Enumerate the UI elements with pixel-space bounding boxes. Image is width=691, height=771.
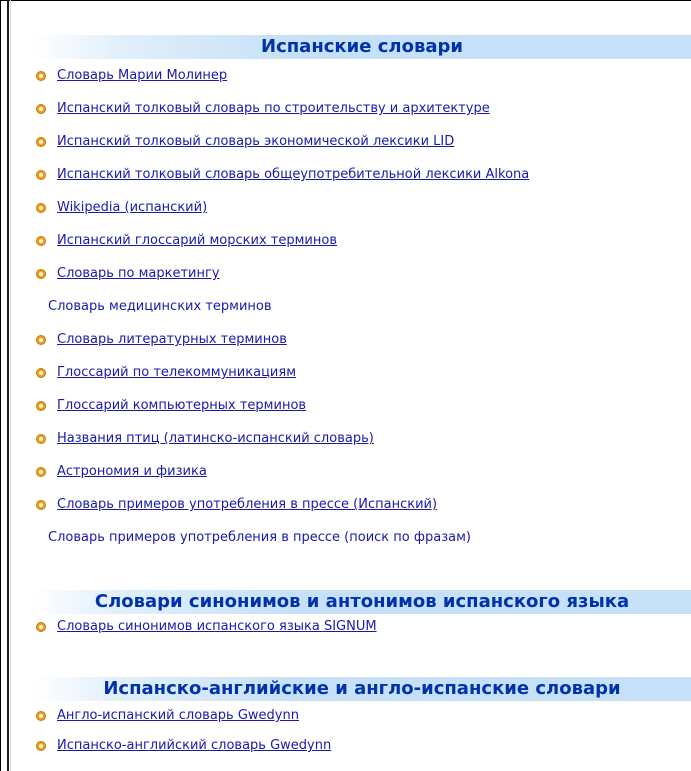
dictionary-plain-text: Словарь медицинских терминов [48, 299, 272, 314]
dictionary-link[interactable]: Словарь литературных терминов [57, 323, 287, 356]
left-border [7, 0, 9, 771]
list-item: Словарь медицинских терминов [33, 290, 691, 323]
dictionary-link[interactable]: Англо-испанский словарь Gwedynn [57, 701, 299, 731]
dictionary-link[interactable]: Глоссарий по телекоммуникациям [57, 356, 296, 389]
dictionary-list: Словарь синонимов испанского языка SIGNU… [33, 614, 691, 642]
dictionary-link[interactable]: Испанский толковый словарь по строительс… [57, 92, 490, 125]
bullet-icon [36, 741, 46, 751]
dictionary-link[interactable]: Испанско-английский словарь Gwedynn [57, 731, 331, 761]
dictionary-plain-text: Словарь примеров употребления в прессе (… [48, 530, 471, 545]
dictionary-link[interactable]: Словарь Марии Молинер [57, 59, 227, 92]
list-item: Испанский глоссарий морских терминов [33, 224, 691, 257]
bullet-icon [36, 71, 46, 81]
bullet-icon [36, 236, 46, 246]
bullet-icon [36, 500, 46, 510]
list-item: Астрономия и физика [33, 455, 691, 488]
bullet-icon [36, 434, 46, 444]
left-border-shadow [10, 0, 11, 771]
bullet-icon [36, 622, 46, 632]
dictionary-link[interactable]: Словарь примеров употребления в прессе (… [57, 488, 437, 521]
bullet-icon [36, 170, 46, 180]
dictionary-link[interactable]: Испанский глоссарий морских терминов [57, 224, 337, 257]
list-item: Испанский толковый словарь экономической… [33, 125, 691, 158]
dictionary-link[interactable]: Испанский толковый словарь экономической… [57, 125, 454, 158]
list-item: Глоссарий компьютерных терминов [33, 389, 691, 422]
list-item: Англо-испанский словарь Gwedynn [33, 701, 691, 731]
dictionary-list: Словарь Марии Молинер Испанский толковый… [33, 59, 691, 554]
bullet-icon [36, 335, 46, 345]
bullet-icon [36, 269, 46, 279]
bullet-icon [36, 137, 46, 147]
dictionary-link[interactable]: Названия птиц (латинско-испанский словар… [57, 422, 374, 455]
list-item: Испанский толковый словарь общеупотребит… [33, 158, 691, 191]
bullet-icon [36, 104, 46, 114]
list-item: Словарь литературных терминов [33, 323, 691, 356]
list-item: Словарь примеров употребления в прессе (… [33, 488, 691, 521]
bullet-icon [36, 203, 46, 213]
list-item: Испанский толковый словарь по строительс… [33, 92, 691, 125]
dictionary-link[interactable]: Астрономия и физика [57, 455, 207, 488]
dictionary-link[interactable]: Испанский толковый словарь общеупотребит… [57, 158, 529, 191]
bullet-icon [36, 368, 46, 378]
list-item: Глоссарий по телекоммуникациям [33, 356, 691, 389]
bullet-icon [36, 467, 46, 477]
section-header: Испанско-английские и англо-испанские сл… [33, 677, 691, 701]
section-header: Словари синонимов и антонимов испанского… [33, 590, 691, 614]
list-item: Словарь синонимов испанского языка SIGNU… [33, 614, 691, 642]
list-item: Словарь примеров употребления в прессе (… [33, 521, 691, 554]
section-spanish-english: Испанско-английские и англо-испанские сл… [33, 677, 691, 761]
dictionary-link[interactable]: Глоссарий компьютерных терминов [57, 389, 306, 422]
list-item: Названия птиц (латинско-испанский словар… [33, 422, 691, 455]
section-header: Испанские словари [33, 35, 691, 59]
bullet-icon [36, 711, 46, 721]
dictionary-link[interactable]: Словарь синонимов испанского языка SIGNU… [57, 614, 377, 640]
list-item: Словарь Марии Молинер [33, 59, 691, 92]
list-item: Испанско-английский словарь Gwedynn [33, 731, 691, 761]
section-spanish-dictionaries: Испанские словари Словарь Марии Молинер … [33, 35, 691, 554]
dictionary-link[interactable]: Wikipedia (испанский) [57, 191, 207, 224]
bullet-icon [36, 401, 46, 411]
dictionary-list: Англо-испанский словарь Gwedynn Испанско… [33, 701, 691, 761]
section-synonyms-antonyms: Словари синонимов и антонимов испанского… [33, 590, 691, 642]
dictionary-link[interactable]: Словарь по маркетингу [57, 257, 220, 290]
list-item: Словарь по маркетингу [33, 257, 691, 290]
list-item: Wikipedia (испанский) [33, 191, 691, 224]
